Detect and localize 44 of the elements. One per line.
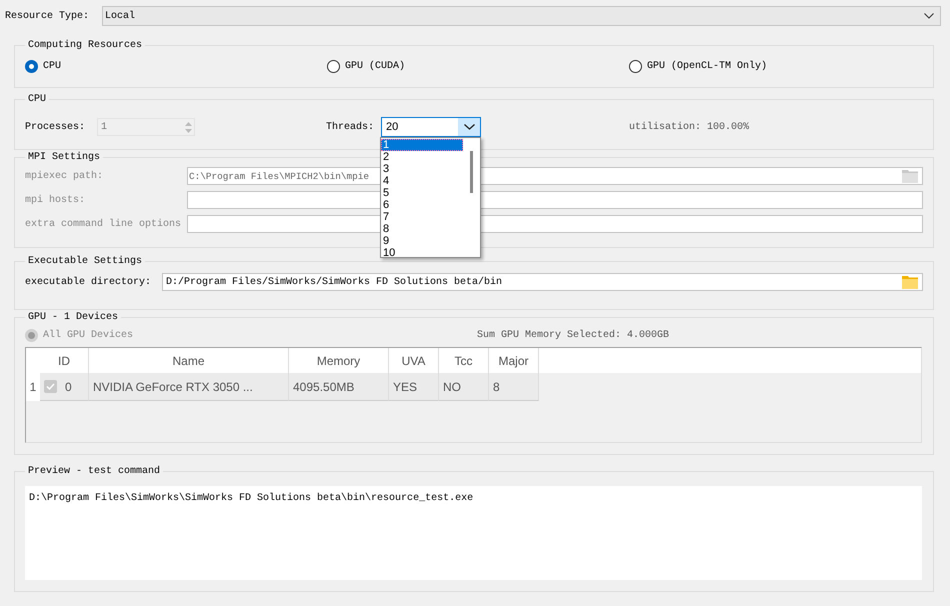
field-label: executable directory: bbox=[25, 276, 152, 288]
dropdown-option[interactable]: 8 bbox=[381, 223, 463, 235]
field-label: Threads: bbox=[326, 122, 376, 132]
folder-icon[interactable] bbox=[902, 275, 918, 289]
dropdown-option[interactable]: 4 bbox=[381, 175, 463, 187]
group-title: Preview - test command bbox=[27, 466, 162, 477]
field-label: mpiexec path: bbox=[25, 170, 104, 182]
spin-arrows-icon bbox=[185, 122, 192, 132]
group-title: MPI Settings bbox=[27, 152, 102, 163]
group-title: CPU bbox=[27, 94, 48, 105]
table-cell: NO bbox=[439, 373, 489, 401]
field-label: mpi hosts: bbox=[25, 194, 86, 206]
dropdown-option[interactable]: 7 bbox=[381, 211, 463, 223]
checkbox[interactable] bbox=[44, 380, 57, 393]
table-cell: NVIDIA GeForce RTX 3050 ... bbox=[89, 373, 289, 401]
group-title: GPU - 1 Devices bbox=[27, 312, 120, 323]
dropdown-option[interactable]: 6 bbox=[381, 199, 463, 211]
row-number: 1 bbox=[26, 373, 40, 401]
chevron-down-icon bbox=[464, 124, 474, 130]
utilisation-text: utilisation: 100.00% bbox=[629, 122, 750, 132]
dropdown-option[interactable]: 2 bbox=[381, 151, 463, 163]
chevron-down-icon bbox=[924, 13, 934, 19]
dropdown-option[interactable]: 10 bbox=[381, 247, 463, 259]
command-preview: D:\Program Files\SimWorks\SimWorks FD Solutions beta\bin\resource_test.exe bbox=[25, 486, 922, 580]
field-label: Processes: bbox=[25, 122, 86, 132]
dropdown-option[interactable]: 9 bbox=[381, 235, 463, 247]
table-cell: 4095.50MB bbox=[289, 373, 389, 401]
resource-type-dropdown[interactable]: Local bbox=[102, 6, 941, 26]
dropdown-option[interactable]: 1 bbox=[381, 139, 463, 151]
table-cell: 0 bbox=[40, 373, 89, 401]
field-label: extra command line options bbox=[25, 218, 182, 230]
scrollbar-thumb[interactable] bbox=[470, 151, 473, 193]
group-title: Computing Resources bbox=[27, 40, 144, 51]
group-title: Executable Settings bbox=[27, 256, 144, 267]
radio-option[interactable]: GPU (OpenCL-TM Only) bbox=[629, 60, 923, 73]
table-cell: 8 bbox=[489, 373, 539, 401]
field-label: Resource Type: bbox=[5, 10, 90, 22]
dropdown-option[interactable]: 5 bbox=[381, 187, 463, 199]
threads-dropdown[interactable]: 20 bbox=[381, 117, 481, 137]
radio-option[interactable]: GPU (CUDA) bbox=[327, 60, 629, 73]
input-field[interactable]: D:/Program Files/SimWorks/SimWorks FD Solutions beta/bin bbox=[162, 273, 923, 291]
radio-option[interactable]: CPU bbox=[25, 60, 327, 73]
table-cell: YES bbox=[389, 373, 439, 401]
memory-summary: Sum GPU Memory Selected: 4.000GB bbox=[477, 330, 670, 341]
